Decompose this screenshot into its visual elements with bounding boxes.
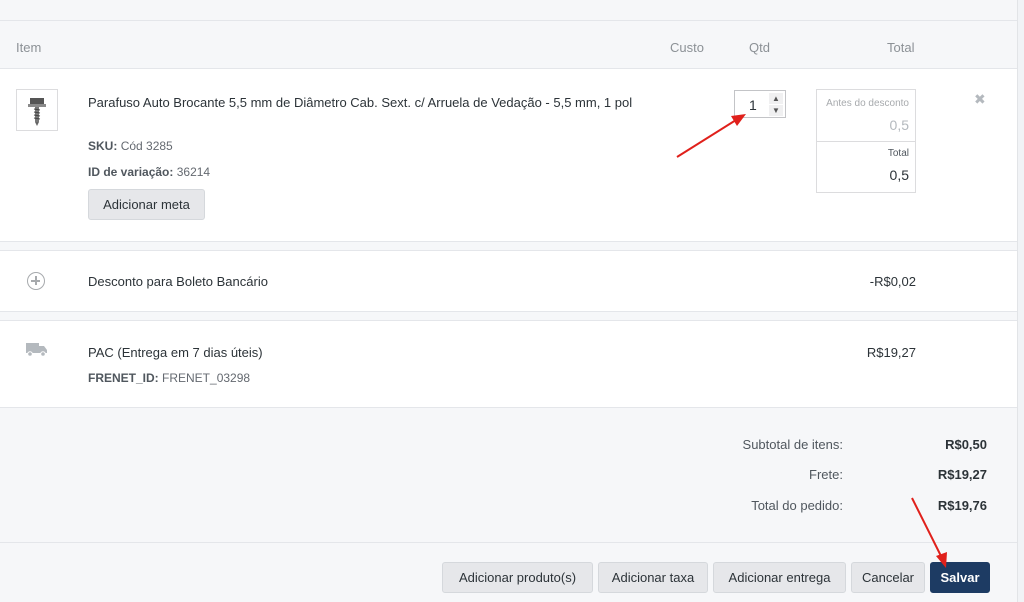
- add-shipping-button[interactable]: Adicionar entrega: [713, 562, 846, 593]
- sku-value: Cód 3285: [120, 139, 173, 153]
- close-icon[interactable]: ✖: [974, 91, 986, 108]
- plus-circle-icon: [27, 272, 45, 290]
- top-border: [0, 0, 1017, 21]
- order-total-label: Total do pedido:: [751, 498, 843, 513]
- add-meta-button[interactable]: Adicionar meta: [88, 189, 205, 220]
- discount-value: -R$0,02: [869, 274, 916, 289]
- shipping-value: R$19,27: [866, 345, 916, 360]
- frenet-id-label: FRENET_ID:: [88, 371, 159, 385]
- quantity-stepper[interactable]: 1 ▲ ▼: [734, 90, 786, 118]
- total-label: Total: [887, 148, 909, 159]
- before-discount-value[interactable]: 0,5: [890, 117, 909, 133]
- shipping-row: PAC (Entrega em 7 dias úteis) FRENET_ID:…: [0, 320, 1017, 408]
- save-button[interactable]: Salvar: [930, 562, 990, 593]
- shipping-total-value: R$19,27: [937, 467, 987, 482]
- variation-label: ID de variação:: [88, 165, 174, 179]
- quantity-value[interactable]: 1: [749, 97, 757, 113]
- before-discount-label: Antes do desconto: [826, 98, 909, 109]
- column-header-total: Total: [887, 40, 915, 55]
- variation-value: 36214: [176, 165, 211, 179]
- line-item-row: Parafuso Auto Brocante 5,5 mm de Diâmetr…: [0, 68, 1017, 242]
- shipping-method-label: PAC (Entrega em 7 dias úteis): [88, 345, 263, 360]
- add-product-button[interactable]: Adicionar produto(s): [442, 562, 593, 593]
- column-header-item: Item: [16, 40, 42, 55]
- increment-icon[interactable]: ▲: [769, 93, 783, 104]
- product-thumbnail[interactable]: [16, 89, 58, 131]
- discount-row: Desconto para Boleto Bancário -R$0,02: [0, 250, 1017, 312]
- box-divider: [817, 141, 915, 142]
- sku-label: SKU:: [88, 139, 118, 153]
- decrement-icon[interactable]: ▼: [769, 105, 783, 116]
- sku-meta: SKU: Cód 3285: [88, 139, 173, 153]
- order-items-panel: Item Custo Qtd Total Parafuso Auto Broca…: [0, 0, 1018, 602]
- variation-meta: ID de variação: 36214: [88, 165, 210, 179]
- column-header-custo: Custo: [670, 40, 704, 55]
- order-total-value: R$19,76: [937, 498, 987, 513]
- subtotal-label: Subtotal de itens:: [742, 437, 843, 452]
- screw-icon: [28, 98, 46, 126]
- footer-divider: [0, 542, 1017, 543]
- total-value[interactable]: 0,5: [890, 167, 909, 183]
- column-header-qtd: Qtd: [749, 40, 770, 55]
- line-total-box: Antes do desconto 0,5 Total 0,5: [816, 89, 916, 193]
- product-name-link[interactable]: Parafuso Auto Brocante 5,5 mm de Diâmetr…: [88, 93, 648, 113]
- cancel-button[interactable]: Cancelar: [851, 562, 925, 593]
- subtotal-value: R$0,50: [945, 437, 987, 452]
- frenet-id-value: FRENET_03298: [162, 371, 251, 385]
- add-fee-button[interactable]: Adicionar taxa: [598, 562, 708, 593]
- truck-icon: [26, 343, 47, 357]
- shipping-meta: FRENET_ID: FRENET_03298: [88, 371, 250, 385]
- discount-label: Desconto para Boleto Bancário: [88, 274, 268, 289]
- shipping-total-label: Frete:: [809, 467, 843, 482]
